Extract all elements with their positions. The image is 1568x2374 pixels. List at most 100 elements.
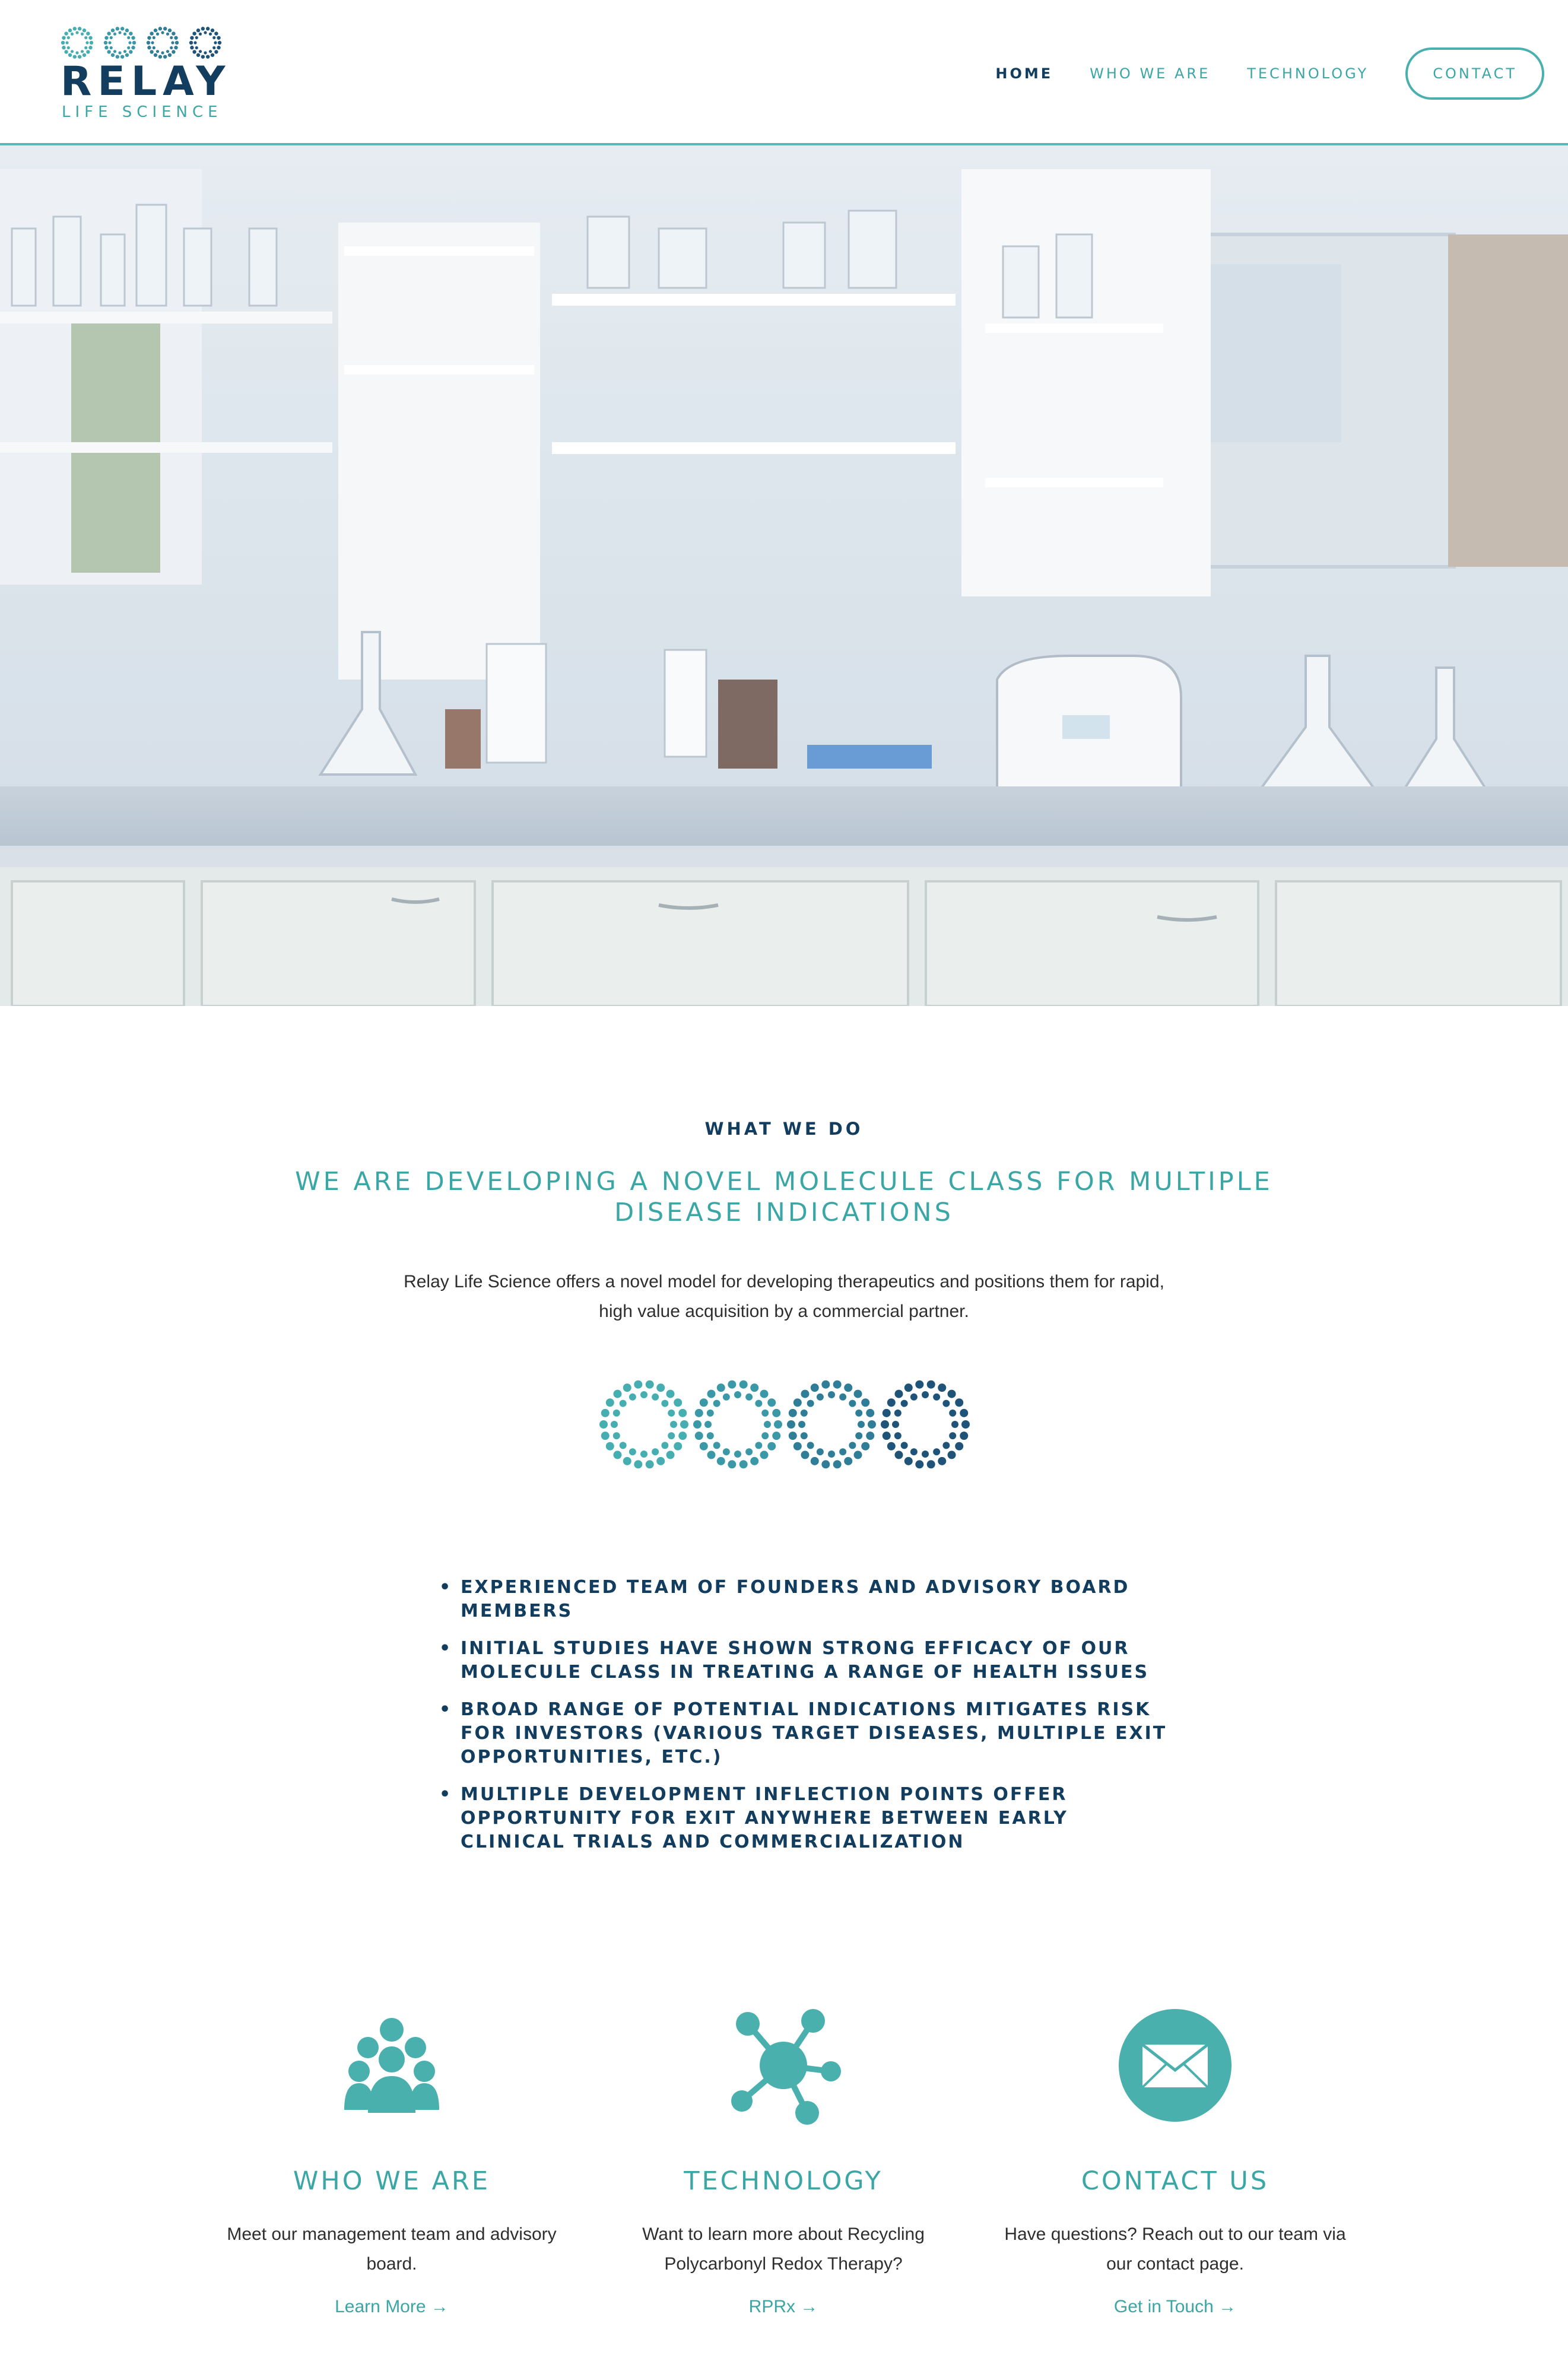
- ring-dot: [151, 41, 154, 45]
- logo-subtitle: LIFE SCIENCE: [62, 103, 223, 121]
- ring-dot: [613, 1389, 622, 1398]
- ring-dot: [828, 1391, 835, 1398]
- ring-dot: [894, 1389, 903, 1398]
- ring-dot: [619, 1442, 627, 1449]
- ring-dot: [70, 32, 74, 36]
- ring-dot: [674, 1398, 683, 1407]
- ring-dot: [656, 1383, 665, 1392]
- ring-dot: [212, 46, 216, 50]
- ring-dot: [942, 1399, 950, 1407]
- ring-dot: [125, 53, 129, 57]
- ring-dot: [166, 32, 170, 36]
- ring-dot: [894, 1451, 903, 1459]
- ring-dot: [214, 41, 217, 45]
- list-item: INITIAL STUDIES HAVE SHOWN STRONG EFFICA…: [439, 1637, 1169, 1684]
- list-item: MULTIPLE DEVELOPMENT INFLECTION POINTS O…: [439, 1783, 1169, 1854]
- ring-dot: [915, 1460, 924, 1469]
- ring-dot: [75, 51, 79, 55]
- ring-dot: [605, 1442, 614, 1451]
- ring-dot: [88, 36, 93, 40]
- ring-dot: [949, 1432, 957, 1440]
- ring-dot: [174, 46, 178, 50]
- ring-dot: [926, 1460, 935, 1469]
- contact-button[interactable]: CONTACT: [1405, 47, 1544, 100]
- ring-dot: [728, 1460, 737, 1469]
- ring-dot: [839, 1448, 847, 1456]
- people-group-icon: [344, 2018, 439, 2113]
- ring-dot: [161, 51, 164, 55]
- ring-dot: [198, 32, 202, 36]
- ring-dot: [189, 40, 193, 45]
- ring-dot: [196, 53, 201, 57]
- ring-dot: [674, 1442, 683, 1451]
- ring-dot: [167, 53, 172, 57]
- ring-dot: [961, 1420, 970, 1429]
- ring-dot: [666, 1451, 675, 1459]
- ring-dot: [807, 1442, 814, 1449]
- ring-dot: [127, 46, 131, 50]
- ring-dot: [900, 1399, 908, 1407]
- ring-dot: [109, 36, 113, 40]
- ring-dot: [623, 1383, 631, 1392]
- ring-dot: [947, 1389, 956, 1398]
- get-in-touch-link[interactable]: Get in Touch →: [985, 2297, 1365, 2317]
- ring-dot: [196, 28, 201, 33]
- ring-dot: [668, 1432, 675, 1440]
- ring-dot: [955, 1442, 964, 1451]
- ring-dot: [942, 1442, 950, 1449]
- ring-dot: [839, 1393, 847, 1401]
- ring-dot: [772, 1432, 781, 1440]
- ring-dot: [80, 50, 84, 53]
- ring-dot: [70, 50, 74, 53]
- ring-dot: [774, 1420, 782, 1429]
- ring-dot: [947, 1451, 956, 1459]
- ring-dot: [217, 36, 221, 40]
- ring-dot: [190, 36, 194, 40]
- learn-more-link[interactable]: Learn More →: [202, 2297, 582, 2317]
- ring-dot: [103, 40, 108, 45]
- ring-dot: [949, 1409, 957, 1417]
- ring-dot: [821, 1380, 830, 1389]
- ring-dot: [904, 1383, 913, 1392]
- ring-dot: [104, 46, 109, 50]
- rprx-link[interactable]: RPRx →: [593, 2297, 973, 2317]
- ring-dot: [193, 41, 197, 45]
- ring-dot: [634, 1380, 643, 1389]
- ring-dot: [882, 1432, 891, 1440]
- ring-dot: [699, 1442, 708, 1451]
- ring-dot: [861, 1398, 870, 1407]
- ring-dot: [722, 1448, 730, 1456]
- nav-technology[interactable]: TECHNOLOGY: [1247, 65, 1369, 82]
- ring-dot: [764, 1421, 771, 1428]
- ring-dot: [800, 1432, 808, 1440]
- logo-rings-icon: [61, 27, 222, 59]
- ring-dot: [601, 1432, 610, 1440]
- ring-dot: [123, 50, 127, 53]
- ring-dot: [915, 1380, 924, 1389]
- relay-logo[interactable]: RELAY LIFE SCIENCE: [58, 25, 226, 126]
- ring-dot: [810, 1383, 819, 1392]
- ring-dot: [858, 1421, 865, 1428]
- ring-dot: [652, 1393, 659, 1401]
- ring-dot: [833, 1460, 842, 1469]
- ring-dot: [62, 36, 66, 40]
- ring-dot: [755, 1399, 763, 1407]
- nav-home[interactable]: HOME: [995, 65, 1053, 82]
- ring-dot: [66, 36, 70, 40]
- ring-dot: [171, 41, 174, 45]
- ring-dot: [120, 27, 125, 31]
- ring-dot: [868, 1420, 876, 1429]
- ring-dot: [926, 1380, 935, 1389]
- site-header: RELAY LIFE SCIENCE HOME WHO WE ARE TECHN…: [0, 0, 1568, 145]
- ring-dot: [68, 28, 72, 33]
- ring-dot: [104, 36, 109, 40]
- ring-dot: [634, 1460, 643, 1469]
- ring-dot: [716, 1383, 725, 1392]
- ring-dot: [174, 36, 178, 40]
- envelope-icon: [1119, 2009, 1231, 2122]
- ring-dot: [132, 40, 137, 45]
- nav-who-we-are[interactable]: WHO WE ARE: [1090, 65, 1210, 82]
- ring-dot: [152, 36, 155, 40]
- ring-dot: [728, 1380, 737, 1389]
- ring-dot: [900, 1442, 908, 1449]
